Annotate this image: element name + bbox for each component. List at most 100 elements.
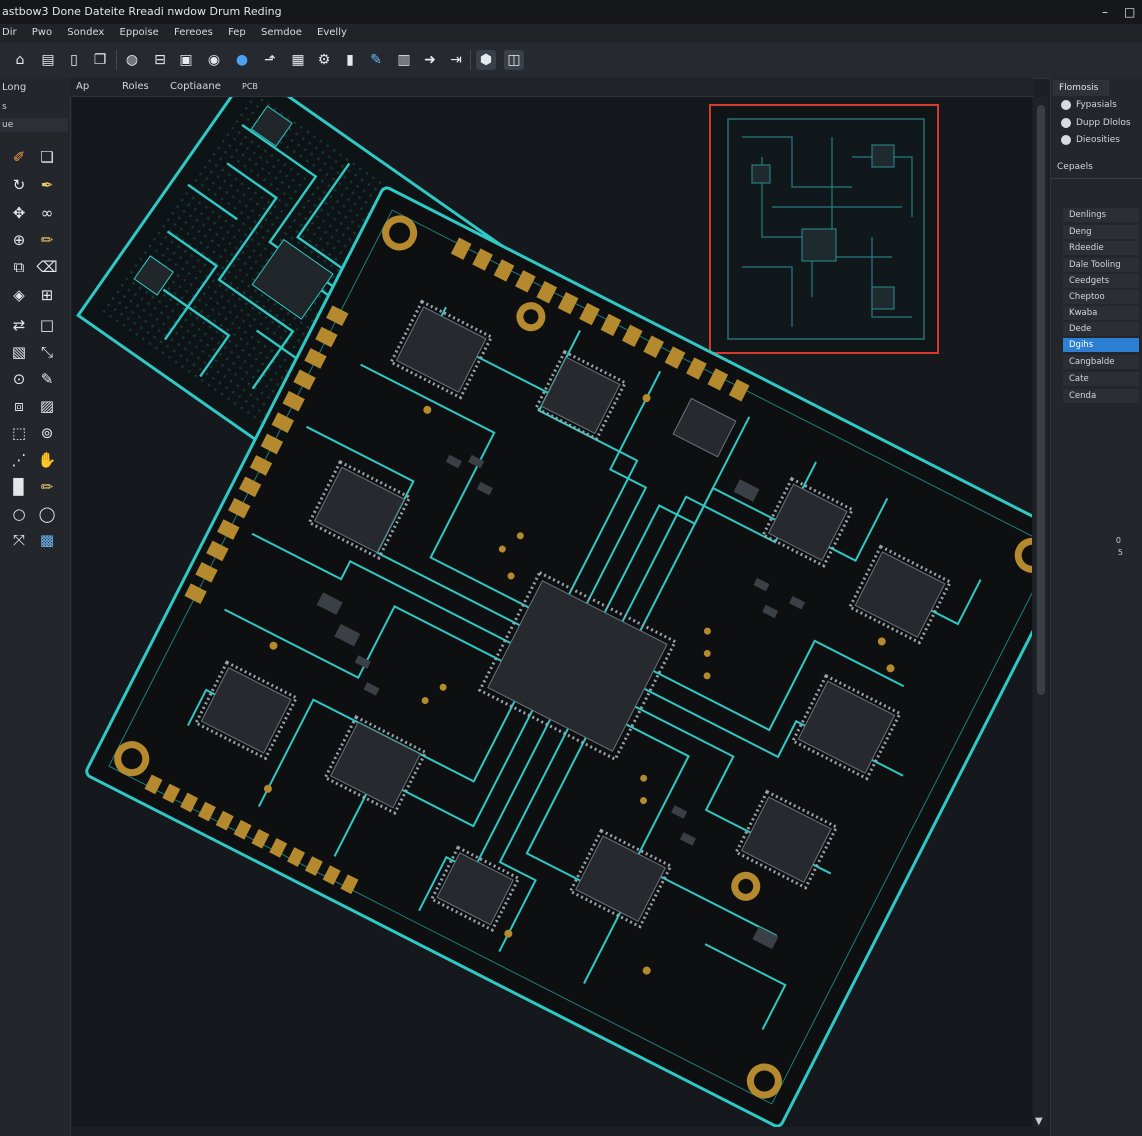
preview-chip (871, 286, 895, 310)
pcb-canvas[interactable] (72, 97, 1032, 1127)
menu-item[interactable]: Eppoise (120, 24, 159, 42)
arrow-right-icon[interactable]: ➜ (420, 50, 440, 70)
target-icon[interactable]: ⊕ (8, 229, 30, 251)
left-tool-panel: Long s ue ✐ ❏ ↻ ✒ ✥ ∞ ⊕ ✏ ⧉ ⌫ ◈ ⊞ ⇄ □ ▧ … (0, 78, 71, 1136)
menu-item[interactable]: Pwo (32, 24, 52, 42)
move-icon[interactable]: ✥ (8, 202, 30, 224)
settings-icon[interactable]: ⚙ (314, 50, 334, 70)
edit-icon[interactable]: ✐ (8, 146, 30, 168)
canvas-scrollbar[interactable]: ▼ (1034, 97, 1048, 1127)
image-icon[interactable]: ▧ (8, 341, 30, 363)
tab-coptiaane[interactable]: Coptiaane (170, 78, 221, 96)
layer-item[interactable]: Ceedgets (1063, 274, 1139, 288)
web-globe-icon[interactable]: ● (232, 50, 252, 70)
photo-icon[interactable]: ▨ (36, 395, 58, 417)
radio-icon (1061, 118, 1071, 128)
bus-icon[interactable]: ⊞ (36, 284, 58, 306)
layer-item-selected[interactable]: Dgihs (1063, 338, 1139, 352)
connect-icon[interactable]: ⤧ (8, 529, 30, 551)
route-icon[interactable]: ⬏ (260, 50, 280, 70)
menu-item[interactable]: Fereoes (174, 24, 213, 42)
scrollbar-thumb[interactable] (1037, 105, 1045, 695)
option-dupp-dlolos[interactable]: Dupp Dlolos (1061, 118, 1131, 128)
zoom-icon[interactable]: ⊚ (36, 422, 58, 444)
pen-icon[interactable]: ✒ (36, 174, 58, 196)
minimize-button[interactable]: – (1102, 0, 1108, 24)
user-icon[interactable]: ◉ (204, 50, 224, 70)
page-icon[interactable]: ▯ (64, 50, 84, 70)
rectangle-icon[interactable]: □ (36, 314, 58, 336)
stack-icon[interactable]: ⧈ (8, 395, 30, 417)
marker-icon[interactable]: ✎ (36, 368, 58, 390)
layer-item[interactable]: Cenda (1063, 389, 1139, 403)
component-icon[interactable]: ⬢ (476, 50, 496, 70)
frame-icon[interactable]: ⬚ (8, 422, 30, 444)
layer-item[interactable]: Dede (1063, 322, 1139, 336)
export-icon[interactable]: ⇥ (446, 50, 466, 70)
toolbar-separator (470, 50, 471, 70)
toolbar-separator (116, 50, 117, 70)
radio-icon (1061, 135, 1071, 145)
scroll-down-icon[interactable]: ▼ (1035, 1116, 1043, 1127)
circle-dot-icon[interactable]: ⊙ (8, 368, 30, 390)
nodes-icon[interactable]: ⋰ (8, 449, 30, 471)
ring-icon[interactable]: ◯ (36, 503, 58, 525)
layer-item[interactable]: Cate (1063, 372, 1139, 386)
pan-icon[interactable]: ✋ (36, 449, 58, 471)
trash-icon[interactable]: ▥ (394, 50, 414, 70)
preview-board[interactable] (709, 104, 939, 354)
title-bar: astbow3 Done Dateite Rreadi nwdow Drum R… (0, 0, 1142, 25)
flip-icon[interactable]: ⇄ (8, 314, 30, 336)
pencil-icon[interactable]: ✎ (366, 50, 386, 70)
resize-icon[interactable]: ⤡ (36, 341, 58, 363)
window-icon[interactable]: ❏ (36, 146, 58, 168)
id-card-icon[interactable]: ⊟ (150, 50, 170, 70)
option-dieosities[interactable]: Dieosities (1061, 135, 1120, 145)
menu-item[interactable]: Fep (228, 24, 246, 42)
link-icon[interactable]: ∞ (36, 202, 58, 224)
layer-item[interactable]: Cheptoo (1063, 290, 1139, 304)
layer-item[interactable]: Denlings (1063, 208, 1139, 222)
layer-item[interactable]: Cangbalde (1063, 355, 1139, 369)
rotate-icon[interactable]: ↻ (8, 174, 30, 196)
pcb-layout-view[interactable] (72, 97, 1032, 1127)
eraser-icon[interactable]: ⌫ (36, 256, 58, 278)
globe-icon[interactable]: ◍ (122, 50, 142, 70)
ruler-icon[interactable]: ✏ (36, 229, 58, 251)
preview-chip (801, 228, 837, 262)
copy-icon[interactable]: ⧉ (8, 256, 30, 278)
tab-ap[interactable]: Ap (76, 78, 89, 96)
main-toolbar: ⌂ ▤ ▯ ❐ ◍ ⊟ ▣ ◉ ● ⬏ ▦ ⚙ ▮ ✎ ▥ ➜ ⇥ ⬢ ◫ (0, 42, 1142, 79)
tab-pcb[interactable]: PCB (242, 78, 258, 96)
via-icon[interactable]: ◈ (8, 284, 30, 306)
document-tabs: Ap Roles Coptiaane PCB (70, 78, 1034, 97)
maximize-button[interactable]: □ (1124, 0, 1135, 24)
panel-header: Flomosis (1053, 80, 1109, 96)
menu-item[interactable]: Evelly (317, 24, 347, 42)
library-icon[interactable]: ▩ (36, 529, 58, 551)
tab-roles[interactable]: Roles (122, 78, 149, 96)
layout-icon[interactable]: ▣ (176, 50, 196, 70)
pages-icon[interactable]: ❐ (90, 50, 110, 70)
layer-item[interactable]: Kwaba (1063, 306, 1139, 320)
layers-icon[interactable]: ◫ (504, 50, 524, 70)
file-icon[interactable]: ▮ (340, 50, 360, 70)
menu-item[interactable]: Semdoe (261, 24, 302, 42)
option-fypasials[interactable]: Fypasials (1061, 100, 1117, 110)
right-properties-panel: Flomosis Fypasials Dupp Dlolos Dieositie… (1050, 78, 1142, 1136)
window-title: astbow3 Done Dateite Rreadi nwdow Drum R… (2, 5, 282, 18)
preview-chip (871, 144, 895, 168)
home-icon[interactable]: ⌂ (10, 50, 30, 70)
board-icon[interactable]: ▉ (8, 476, 30, 498)
layer-item[interactable]: Rdeedie (1063, 241, 1139, 255)
panel-field[interactable]: ue (0, 118, 68, 132)
layer-item[interactable]: Dale Tooling (1063, 258, 1139, 272)
layer-item[interactable]: Deng (1063, 225, 1139, 239)
pencil-icon[interactable]: ✏ (36, 476, 58, 498)
circle-icon[interactable]: ○ (8, 503, 30, 525)
grid-icon[interactable]: ▦ (288, 50, 308, 70)
menu-item[interactable]: Dir (2, 24, 17, 42)
menu-item[interactable]: Sondex (67, 24, 104, 42)
preview-chip (751, 164, 771, 184)
document-icon[interactable]: ▤ (38, 50, 58, 70)
